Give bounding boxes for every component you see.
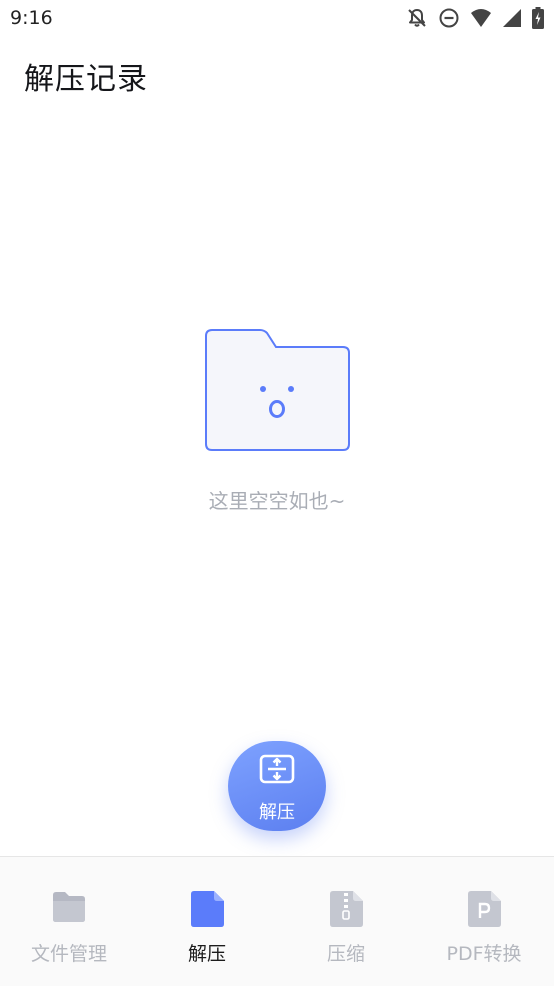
wifi-icon (470, 8, 492, 28)
extract-icon (259, 754, 295, 790)
status-bar: 9:16 (0, 0, 554, 36)
nav-label: PDF转换 (446, 943, 522, 965)
battery-charging-icon (532, 7, 544, 29)
empty-folder-icon (204, 329, 350, 451)
fab-label: 解压 (259, 802, 295, 823)
nav-item-extract[interactable]: 解压 (138, 857, 276, 986)
cellular-signal-icon (502, 8, 522, 28)
page-title: 解压记录 (24, 62, 148, 97)
nav-label: 解压 (187, 943, 226, 965)
nav-item-pdf-convert[interactable]: PDF转换 (415, 857, 553, 986)
nav-label: 文件管理 (30, 943, 107, 965)
folder-icon (51, 890, 87, 928)
notifications-off-icon (406, 7, 428, 29)
status-time: 9:16 (10, 7, 53, 29)
status-icons (406, 6, 544, 30)
nav-item-compress[interactable]: 压缩 (277, 857, 415, 986)
extract-fab-button[interactable]: 解压 (228, 741, 326, 831)
do-not-disturb-icon (438, 7, 460, 29)
empty-state-message: 这里空空如也~ (208, 489, 346, 513)
pdf-file-icon (466, 890, 502, 932)
nav-label: 压缩 (326, 943, 365, 965)
zip-file-icon (328, 890, 364, 932)
document-icon (189, 890, 225, 932)
nav-item-file-manager[interactable]: 文件管理 (0, 857, 138, 986)
bottom-nav: 文件管理 解压 压缩 PDF转换 (0, 856, 554, 986)
